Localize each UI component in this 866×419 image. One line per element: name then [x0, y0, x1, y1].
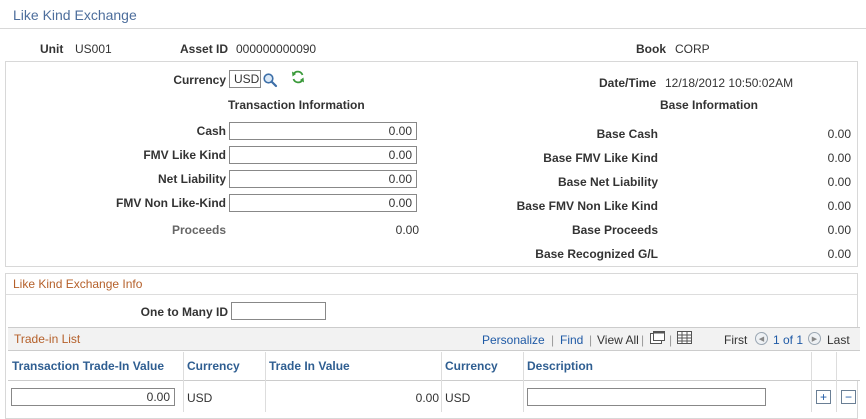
book-value: CORP: [675, 42, 710, 56]
fmv-non-like-kind-input[interactable]: 0.00: [229, 194, 417, 212]
row-range: 1 of 1: [773, 333, 804, 347]
column-header-trade-in-value[interactable]: Trade In Value: [269, 359, 350, 373]
column-header-currency-2[interactable]: Currency: [445, 359, 498, 373]
currency-input[interactable]: USD: [229, 70, 261, 88]
base-proceeds-label: Base Proceeds: [571, 223, 658, 237]
spreadsheet-icon[interactable]: [677, 331, 692, 344]
column-divider: [265, 352, 266, 412]
base-fmv-non-like-kind-value: 0.00: [827, 199, 851, 213]
column-divider: [441, 352, 442, 412]
trade-in-list-title: Trade-in List: [14, 332, 81, 346]
datetime-label: Date/Time: [599, 76, 657, 90]
base-recognized-gl-label: Base Recognized G/L: [535, 247, 658, 261]
personalize-link[interactable]: Personalize: [482, 333, 545, 347]
base-proceeds-value: 0.00: [827, 223, 851, 237]
column-divider: [836, 352, 837, 412]
base-fmv-like-kind-value: 0.00: [827, 151, 851, 165]
proceeds-label: Proceeds: [171, 223, 226, 237]
column-header-description[interactable]: Description: [527, 359, 593, 373]
unit-value: US001: [75, 42, 112, 56]
row-currency-2: USD: [445, 391, 471, 405]
base-cash-value: 0.00: [827, 127, 851, 141]
currency-label: Currency: [173, 73, 226, 87]
net-liability-label: Net Liability: [157, 172, 226, 186]
previous-arrow-icon[interactable]: ◀: [755, 332, 768, 345]
title-divider: [0, 28, 866, 29]
toolbar-separator: |: [551, 333, 555, 347]
base-fmv-like-kind-label: Base FMV Like Kind: [543, 151, 658, 165]
unit-label: Unit: [40, 42, 64, 56]
fmv-non-like-kind-label: FMV Non Like-Kind: [116, 196, 226, 210]
net-liability-input[interactable]: 0.00: [229, 170, 417, 188]
toolbar-separator: |: [589, 333, 593, 347]
first-label: First: [724, 333, 748, 347]
next-arrow-icon[interactable]: ▶: [808, 332, 821, 345]
column-divider: [523, 352, 524, 412]
find-link[interactable]: Find: [560, 333, 583, 347]
magnifier-icon[interactable]: [262, 72, 278, 88]
base-net-liability-value: 0.00: [827, 175, 851, 189]
last-label: Last: [827, 333, 850, 347]
transaction-info-heading: Transaction Information: [228, 98, 365, 112]
datetime-value: 12/18/2012 10:50:02AM: [665, 76, 794, 90]
column-divider: [183, 352, 184, 412]
cash-input[interactable]: 0.00: [229, 122, 417, 140]
description-input[interactable]: [527, 388, 766, 406]
asset-id-label: Asset ID: [180, 42, 229, 56]
column-divider: [811, 352, 812, 412]
remove-row-icon[interactable]: −: [841, 390, 856, 404]
cash-label: Cash: [196, 124, 226, 138]
row-currency: USD: [187, 391, 213, 405]
add-row-icon[interactable]: +: [816, 390, 831, 404]
column-header-currency[interactable]: Currency: [187, 359, 240, 373]
base-fmv-non-like-kind-label: Base FMV Non Like Kind: [516, 199, 658, 213]
one-to-many-input[interactable]: [231, 302, 326, 320]
fmv-like-kind-label: FMV Like Kind: [143, 148, 226, 162]
page-title: Like Kind Exchange: [13, 7, 137, 23]
lke-info-divider: [6, 294, 857, 295]
toolbar-separator: |: [641, 333, 645, 347]
refresh-icon[interactable]: [290, 69, 306, 85]
base-recognized-gl-value: 0.00: [827, 247, 851, 261]
column-header-transaction-trade-in-value[interactable]: Transaction Trade-In Value: [12, 359, 164, 373]
lke-info-title: Like Kind Exchange Info: [13, 277, 143, 291]
base-net-liability-label: Base Net Liability: [557, 175, 658, 189]
fmv-like-kind-input[interactable]: 0.00: [229, 146, 417, 164]
book-label: Book: [636, 42, 666, 56]
asset-id-value: 000000000090: [236, 42, 317, 56]
toolbar-separator: |: [669, 333, 673, 347]
one-to-many-label: One to Many ID: [140, 305, 228, 319]
proceeds-value: 0.00: [395, 223, 419, 237]
base-cash-label: Base Cash: [596, 127, 658, 141]
row-trade-in-value: 0.00: [415, 391, 439, 405]
new-window-icon[interactable]: [650, 331, 665, 344]
transaction-trade-in-value-input[interactable]: 0.00: [11, 388, 175, 406]
view-all-link[interactable]: View All: [597, 333, 639, 347]
base-info-heading: Base Information: [660, 98, 759, 112]
